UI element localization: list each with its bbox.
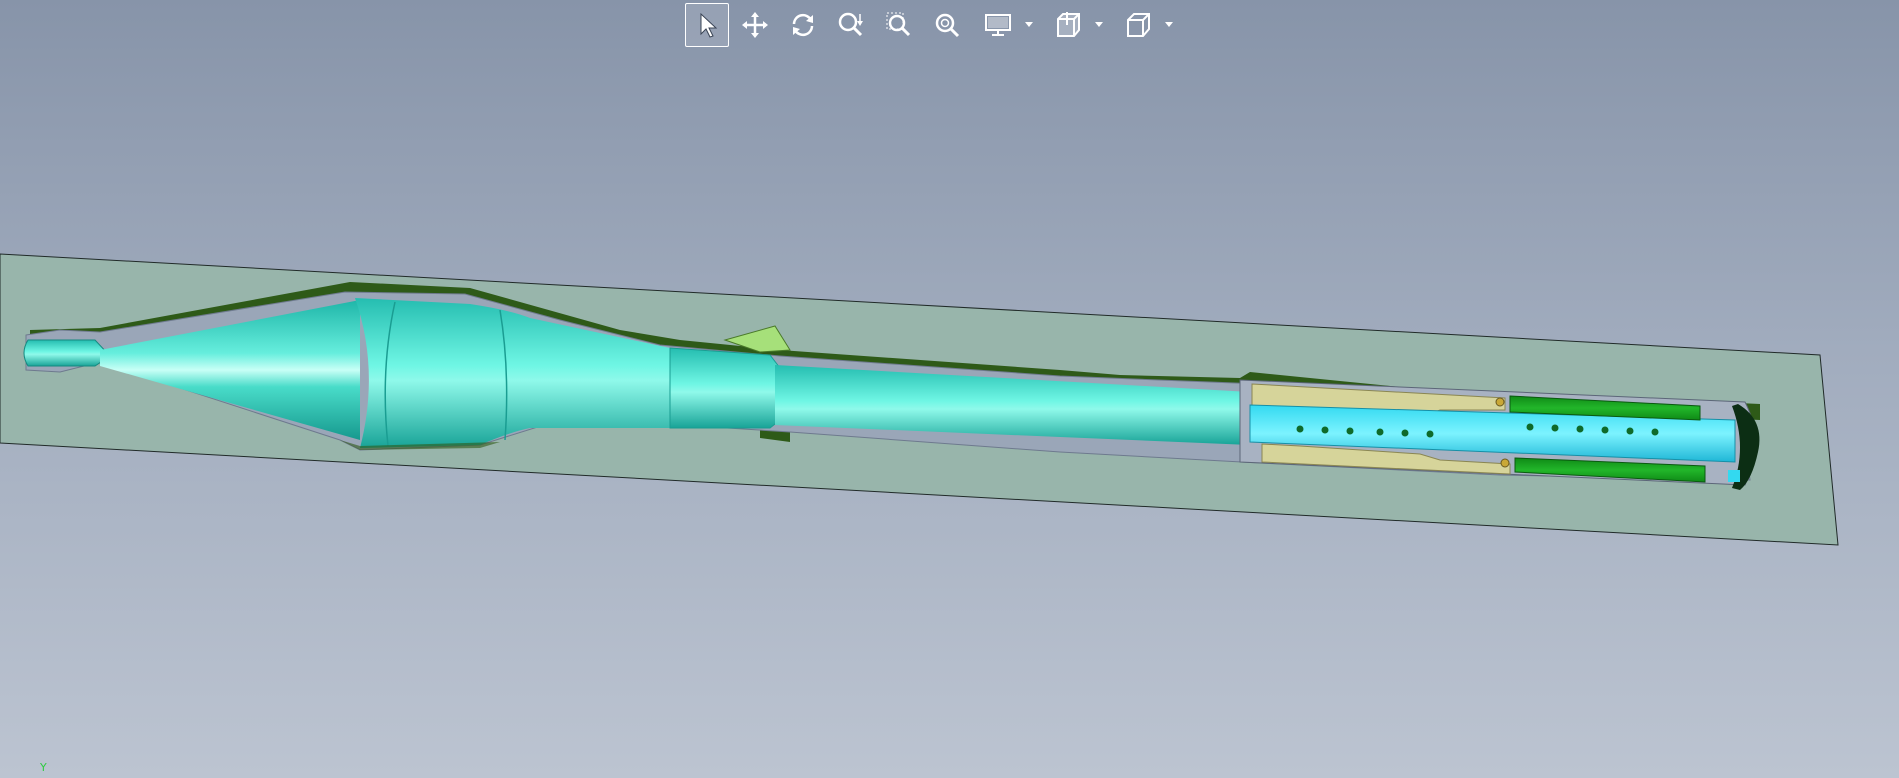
section-caret[interactable]	[1093, 3, 1105, 47]
model-scene[interactable]	[0, 0, 1899, 778]
monitor-icon	[985, 14, 1011, 36]
cursor-arrow-icon	[700, 12, 718, 38]
view-orientation-dropdown[interactable]	[1113, 3, 1179, 47]
section-plane-icon	[1057, 12, 1080, 37]
zoom-window-tool-button[interactable]	[877, 3, 921, 47]
cube-icon	[1127, 13, 1150, 37]
section-dropdown[interactable]	[1043, 3, 1109, 47]
chevron-down-icon	[1025, 22, 1033, 27]
section-button[interactable]	[1043, 3, 1093, 47]
view-orientation-caret[interactable]	[1163, 3, 1175, 47]
select-tool-button[interactable]	[685, 3, 729, 47]
rotate-icon	[792, 13, 814, 37]
chevron-down-icon	[1165, 22, 1173, 27]
zoom-fit-tool-button[interactable]	[925, 3, 969, 47]
display-caret[interactable]	[1023, 3, 1035, 47]
pan-tool-button[interactable]	[733, 3, 777, 47]
zoom-tool-button[interactable]	[829, 3, 873, 47]
mid-sleeve	[669, 347, 781, 429]
display-button[interactable]	[973, 3, 1023, 47]
move-arrows-icon	[742, 12, 768, 38]
zoom-fit-icon	[935, 13, 960, 38]
rotate-tool-button[interactable]	[781, 3, 825, 47]
zoom-window-icon	[886, 12, 911, 37]
chevron-down-icon	[1095, 22, 1103, 27]
view-orientation-button[interactable]	[1113, 3, 1163, 47]
axis-triad-y-label: Y	[40, 761, 47, 774]
nose-tip	[23, 339, 111, 367]
end-plug	[1728, 470, 1740, 482]
display-dropdown[interactable]	[973, 3, 1039, 47]
view-toolbar	[685, 2, 1179, 48]
zoom-icon	[838, 12, 863, 37]
3d-viewport[interactable]: Y	[0, 0, 1899, 778]
